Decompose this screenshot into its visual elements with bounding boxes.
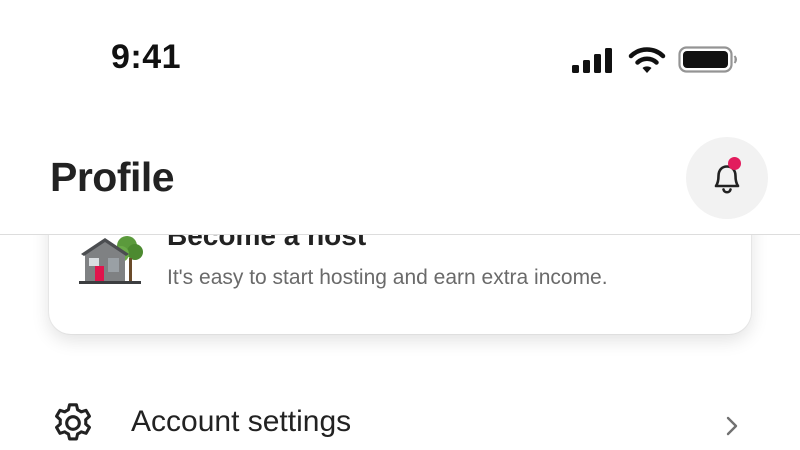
- gear-icon: [50, 400, 96, 446]
- status-bar: 9:41: [0, 0, 800, 110]
- page-header: Profile: [0, 110, 800, 235]
- status-icons: [572, 44, 738, 76]
- page-title: Profile: [50, 154, 175, 200]
- status-time: 9:41: [111, 38, 182, 76]
- notification-badge: [728, 157, 741, 170]
- header-divider: [0, 234, 800, 235]
- profile-screen: Become a host It's easy to start hosting…: [0, 0, 800, 450]
- notifications-button[interactable]: [686, 137, 768, 219]
- menu-item-account-settings[interactable]: Account settings: [0, 380, 800, 450]
- host-card-subtitle: It's easy to start hosting and earn extr…: [167, 266, 608, 289]
- house-illustration: [79, 232, 143, 286]
- menu-item-label: Account settings: [131, 405, 352, 438]
- chevron-right-icon: [724, 414, 740, 438]
